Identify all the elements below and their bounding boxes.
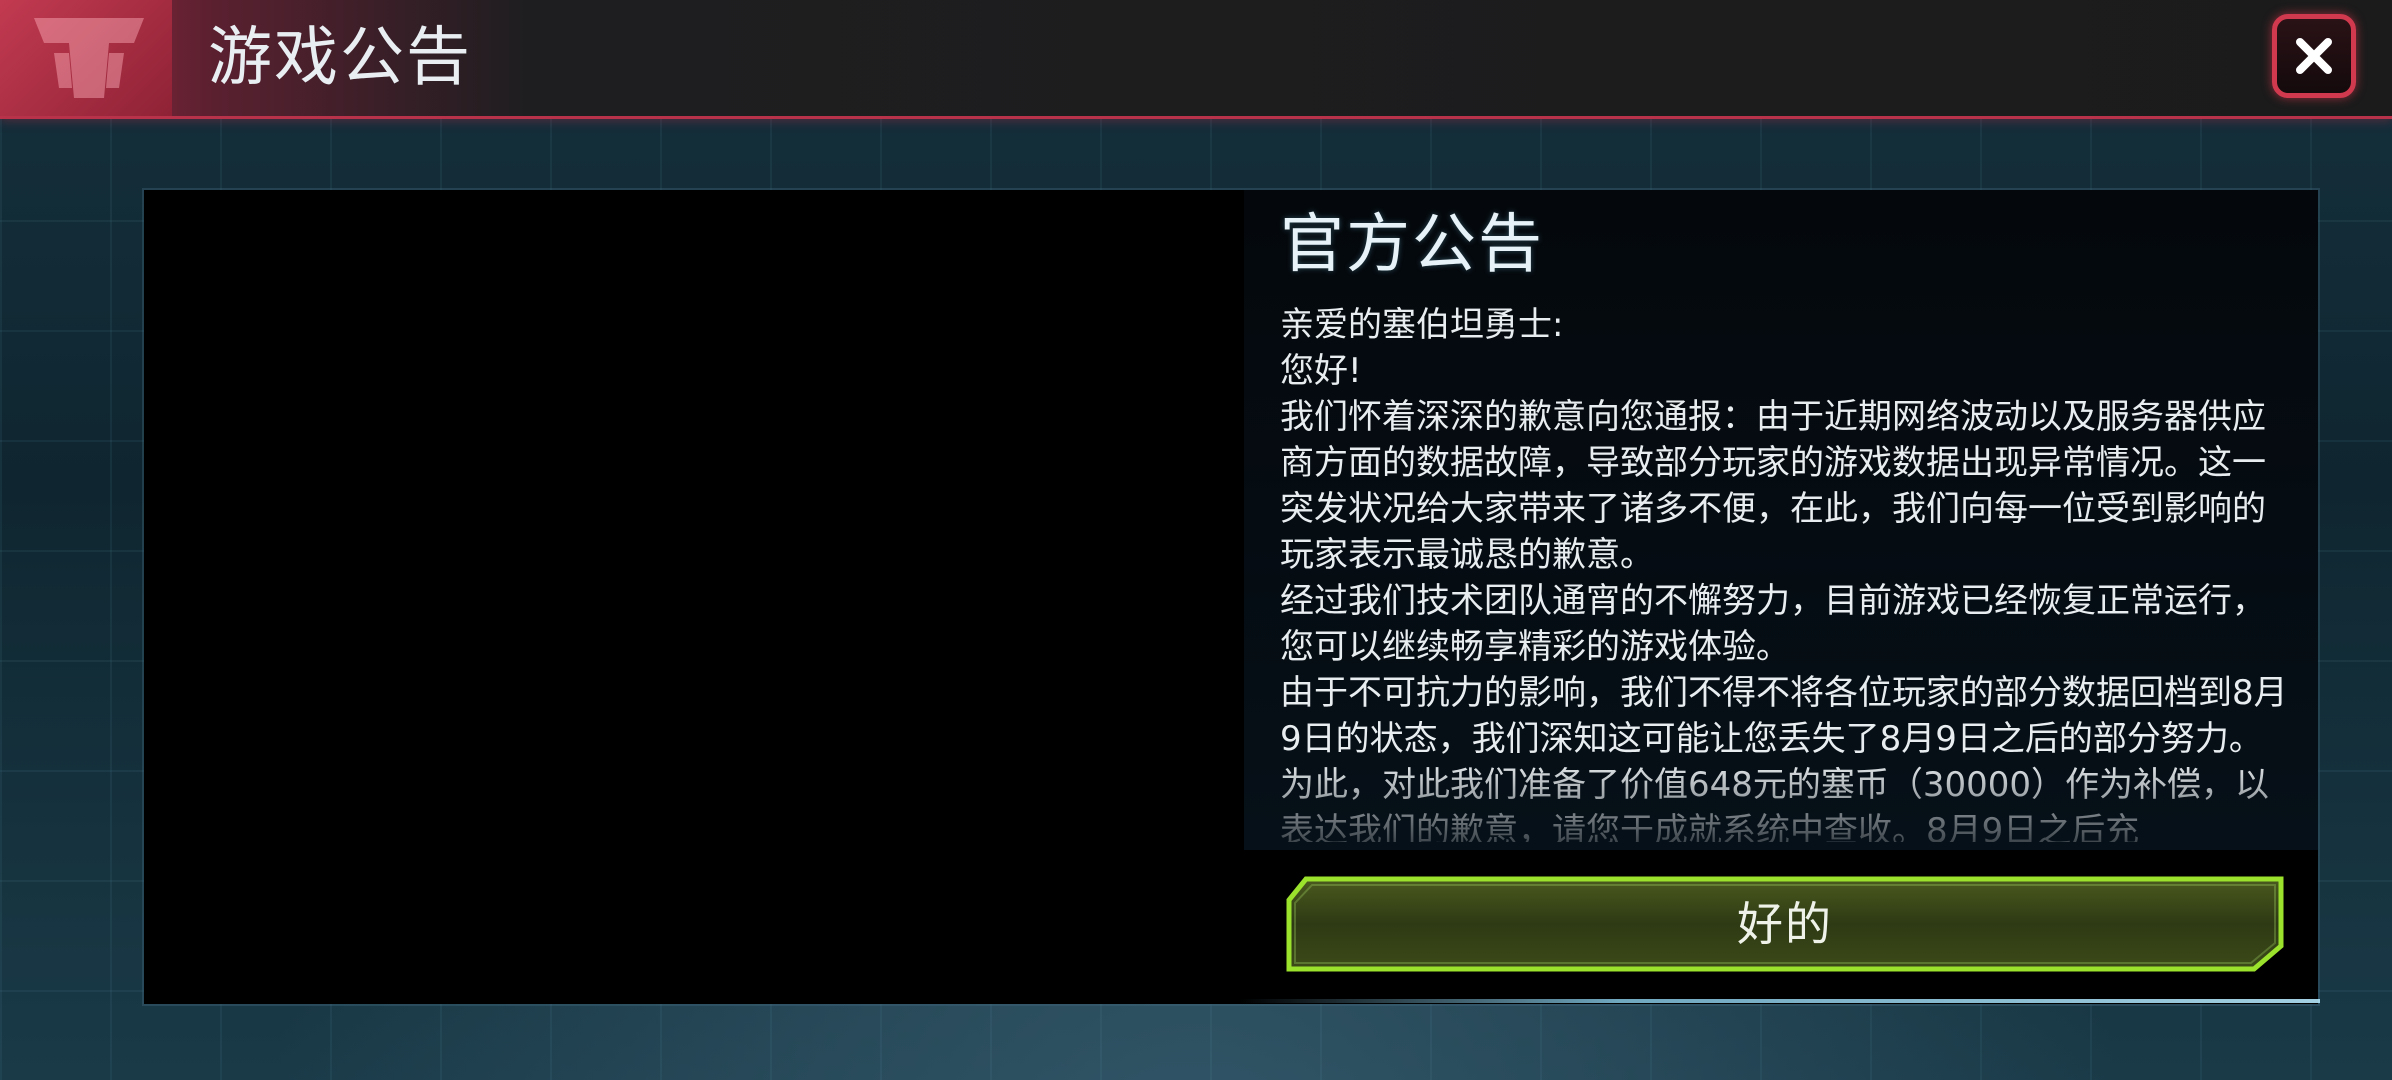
- header-bar: 游戏公告: [0, 0, 2392, 119]
- announcement-screen: 游戏公告 官方公告 亲爱的塞伯坦勇士: 您好! 我们怀着深深的歉意向您通报：由于…: [0, 0, 2392, 1080]
- ok-button[interactable]: 好的: [1286, 876, 2284, 972]
- notice-paragraph: 经过我们技术团队通宵的不懈努力，目前游戏已经恢复正常运行，您可以继续畅享精彩的游…: [1280, 581, 2266, 667]
- page-title: 游戏公告: [208, 21, 472, 95]
- notice-title: 官方公告: [1280, 208, 1544, 282]
- notice-greeting: 亲爱的塞伯坦勇士:: [1280, 305, 1564, 345]
- ok-button-label: 好的: [1737, 897, 1833, 951]
- panel-accent-line: [1240, 999, 2320, 1003]
- announcement-image-area: [144, 190, 1244, 1004]
- notice-text-scroll[interactable]: 亲爱的塞伯坦勇士: 您好! 我们怀着深深的歉意向您通报：由于近期网络波动以及服务…: [1280, 302, 2290, 842]
- notice-paragraph: 我们怀着深深的歉意向您通报：由于近期网络波动以及服务器供应商方面的数据故障，导致…: [1280, 397, 2266, 575]
- close-button[interactable]: [2272, 14, 2356, 98]
- close-icon: [2296, 38, 2332, 74]
- notice-paragraph: 由于不可抗力的影响，我们不得不将各位玩家的部分数据回档到8月9日的状态，我们深知…: [1280, 673, 2288, 842]
- notice-salutation: 您好!: [1280, 351, 1362, 391]
- faction-emblem-icon: [0, 0, 172, 116]
